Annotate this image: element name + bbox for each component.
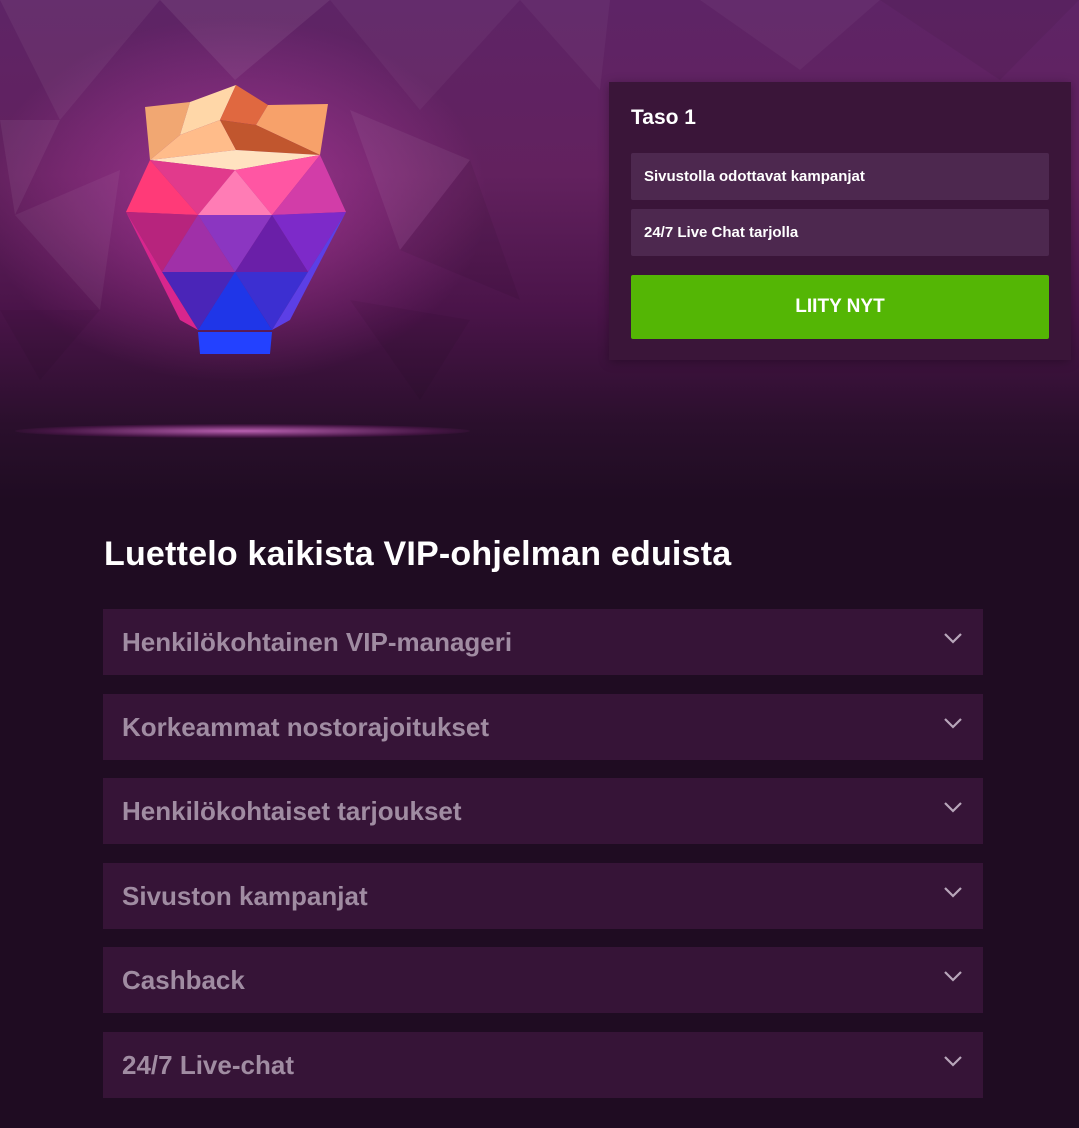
chevron-down-icon[interactable] bbox=[943, 1054, 963, 1068]
benefit-label: Cashback bbox=[122, 965, 245, 996]
benefits-title: Luettelo kaikista VIP-ohjelman eduista bbox=[104, 535, 732, 573]
crowned-gem-icon bbox=[126, 85, 346, 354]
level-perk: Sivustolla odottavat kampanjat bbox=[631, 153, 1049, 200]
benefit-label: Henkilökohtaiset tarjoukset bbox=[122, 796, 462, 827]
benefit-label: 24/7 Live-chat bbox=[122, 1049, 294, 1080]
benefit-accordion-item[interactable]: Henkilökohtainen VIP-manageri bbox=[103, 609, 983, 675]
benefit-accordion-item[interactable]: Cashback bbox=[103, 947, 983, 1014]
chevron-down-icon[interactable] bbox=[943, 716, 963, 730]
level-title: Taso 1 bbox=[631, 106, 696, 129]
benefit-label: Sivuston kampanjat bbox=[122, 880, 368, 911]
chevron-down-icon[interactable] bbox=[943, 631, 963, 645]
vip-page: Taso 1 Sivustolla odottavat kampanjat 24… bbox=[0, 0, 1079, 1128]
benefit-accordion-item[interactable]: 24/7 Live-chat bbox=[103, 1031, 983, 1098]
chevron-down-icon[interactable] bbox=[943, 885, 963, 899]
benefit-label: Korkeammat nostorajoitukset bbox=[122, 711, 489, 742]
hero-banner: Taso 1 Sivustolla odottavat kampanjat 24… bbox=[0, 0, 1079, 500]
level-perk: 24/7 Live Chat tarjolla bbox=[631, 209, 1049, 256]
benefit-accordion: Henkilökohtainen VIP-manageri Korkeammat… bbox=[103, 609, 983, 1117]
vip-level-card: Taso 1 Sivustolla odottavat kampanjat 24… bbox=[609, 82, 1071, 360]
chevron-down-icon[interactable] bbox=[943, 800, 963, 814]
gem-floor-glow bbox=[15, 424, 470, 438]
join-now-button[interactable]: LIITY NYT bbox=[631, 275, 1049, 339]
benefit-label: Henkilökohtainen VIP-manageri bbox=[122, 627, 513, 657]
benefit-accordion-item[interactable]: Henkilökohtaiset tarjoukset bbox=[103, 778, 983, 845]
benefit-accordion-item[interactable]: Korkeammat nostorajoitukset bbox=[103, 693, 983, 760]
benefit-accordion-item[interactable]: Sivuston kampanjat bbox=[103, 862, 983, 929]
chevron-down-icon[interactable] bbox=[943, 969, 963, 983]
